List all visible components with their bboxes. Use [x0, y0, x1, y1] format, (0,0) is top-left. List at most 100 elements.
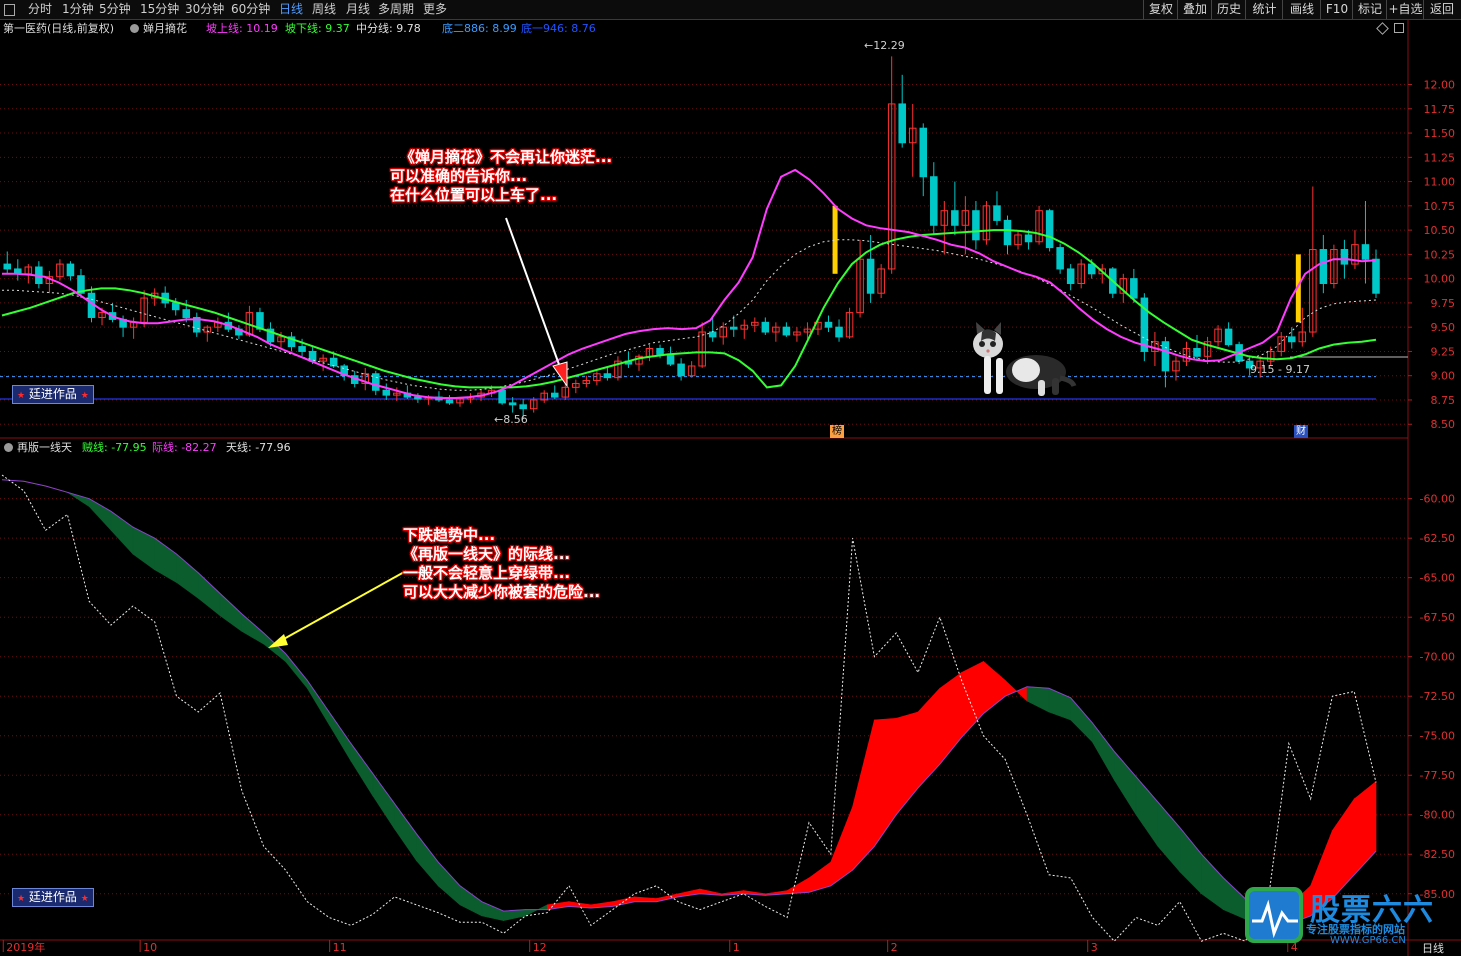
candle-body: [1193, 348, 1201, 357]
candle-body: [1361, 244, 1370, 260]
candle-body: [1340, 249, 1349, 265]
watermark-sub: ★ 廷进作品 ★: [12, 888, 94, 907]
date-label: 2019年: [6, 940, 45, 954]
cai-marker: 财: [1294, 425, 1308, 438]
candle-body: [835, 326, 843, 338]
band-segment: [88, 498, 112, 532]
candle-body: [498, 389, 506, 404]
candle-body: [298, 346, 306, 352]
band-segment: [874, 718, 897, 848]
candle-body: [603, 373, 612, 379]
band-segment: [132, 526, 155, 571]
candle-body: [708, 331, 717, 338]
band-segment: [895, 711, 919, 816]
annotation-line: 一般不会轻意上穿绿带...: [403, 564, 571, 582]
candle-body: [761, 321, 770, 333]
date-label: 2: [891, 941, 898, 954]
band-segment: [525, 904, 548, 917]
price-tick-label: 11.75: [1424, 103, 1456, 116]
date-label: 12: [533, 941, 547, 954]
candle-body: [656, 348, 664, 355]
candle-body: [930, 176, 938, 226]
band-segment: [634, 896, 657, 902]
watermark-main: ★ 廷进作品 ★: [12, 385, 94, 404]
date-label: 1: [733, 941, 740, 954]
band-segment: [437, 861, 461, 906]
series-upper-line: [2, 168, 1377, 399]
band-segment: [67, 492, 90, 508]
bang-marker: 榜: [830, 425, 844, 438]
band-segment: [1026, 686, 1050, 713]
candle-body: [508, 402, 517, 406]
candle-body: [666, 353, 675, 365]
candle-body: [1319, 249, 1328, 285]
indicator-tick-label: -82.50: [1420, 848, 1455, 861]
indicator-tick-label: -60.00: [1420, 493, 1455, 506]
sub-annotation: 下跌趋势中... 《再版一线天》的际线... 一般不会轻意上穿绿带... 可以大…: [403, 526, 600, 602]
band-segment: [852, 719, 875, 871]
candle-body: [729, 326, 738, 330]
candle-body: [1045, 210, 1054, 249]
price-tick-label: 9.50: [1431, 321, 1456, 334]
band-segment: [1332, 797, 1355, 900]
date-label: 3: [1091, 941, 1098, 954]
band-segment: [110, 510, 134, 555]
band-segment: [241, 613, 265, 645]
logo-icon: [1245, 887, 1303, 943]
band-segment: [1179, 826, 1202, 895]
indicator-tick-label: -67.50: [1420, 611, 1455, 624]
low-price-value: 8.56: [503, 413, 528, 426]
series-mid-line: [2, 239, 1377, 391]
main-annotation: 《婵月摘花》不会再让你迷茫... 可以准确的告诉你... 在什么位置可以上车了.…: [390, 148, 612, 205]
annotation-line: 可以大大减少你被套的危险...: [403, 583, 601, 601]
price-tick-label: 10.00: [1424, 273, 1456, 286]
candle-body: [951, 210, 959, 226]
candle-body: [993, 205, 1001, 221]
band-segment: [786, 877, 810, 895]
chart-canvas: 8.50 8.75 9.00 9.25 9.50 9.75 10.00 10.25 10.50 1…: [0, 19, 1461, 956]
annotation-line: 在什么位置可以上车了...: [390, 186, 558, 204]
watermark-text: 廷进作品: [28, 387, 77, 401]
annotation-line: 可以准确的告诉你...: [390, 167, 528, 185]
candle-body: [3, 263, 12, 270]
date-label: 11: [333, 941, 347, 954]
logo-url: WWW.GP66.CN: [1330, 935, 1406, 946]
date-label: 10: [143, 941, 157, 954]
sub-arrow-shaft: [281, 570, 407, 641]
band-segment: [416, 832, 439, 887]
band-segment: [197, 572, 221, 617]
candle-body: [972, 210, 980, 241]
candle-body: [1372, 258, 1380, 294]
band-segment: [983, 660, 1006, 715]
candle-body: [519, 404, 527, 410]
candle-body: [372, 373, 380, 391]
main-arrow-shaft: [505, 217, 562, 371]
annotation-line: 《再版一线天》的际线...: [403, 545, 571, 563]
range-label: 9.15 - 9.17: [1250, 363, 1310, 376]
band-segment: [459, 885, 483, 917]
band-segment: [328, 711, 352, 763]
price-tick-label: 9.25: [1431, 345, 1456, 358]
candle-body: [919, 127, 928, 178]
candle-body: [898, 103, 906, 144]
band-segment: [285, 652, 308, 690]
star-icon: ★: [80, 391, 89, 401]
star-icon: ★: [17, 391, 26, 401]
candle-body: [382, 389, 391, 396]
band-segment: [1004, 679, 1028, 702]
price-tick-label: 11.00: [1424, 176, 1456, 189]
band-segment: [917, 687, 941, 789]
band-segment: [372, 772, 395, 830]
candle-body: [182, 309, 191, 318]
indicator-tick-label: -65.00: [1420, 572, 1455, 585]
candle-body: [1066, 268, 1075, 284]
series-tian-line: [1, 474, 1377, 942]
high-price-value: 12.29: [873, 39, 905, 52]
indicator-tick-label: -62.50: [1420, 532, 1455, 545]
indicator-tick-label: -80.00: [1420, 809, 1455, 822]
candle-body: [550, 392, 559, 398]
candle-body: [1224, 328, 1233, 346]
price-tick-label: 8.75: [1431, 394, 1456, 407]
band-segment: [1157, 801, 1181, 873]
candle-body: [824, 321, 833, 328]
